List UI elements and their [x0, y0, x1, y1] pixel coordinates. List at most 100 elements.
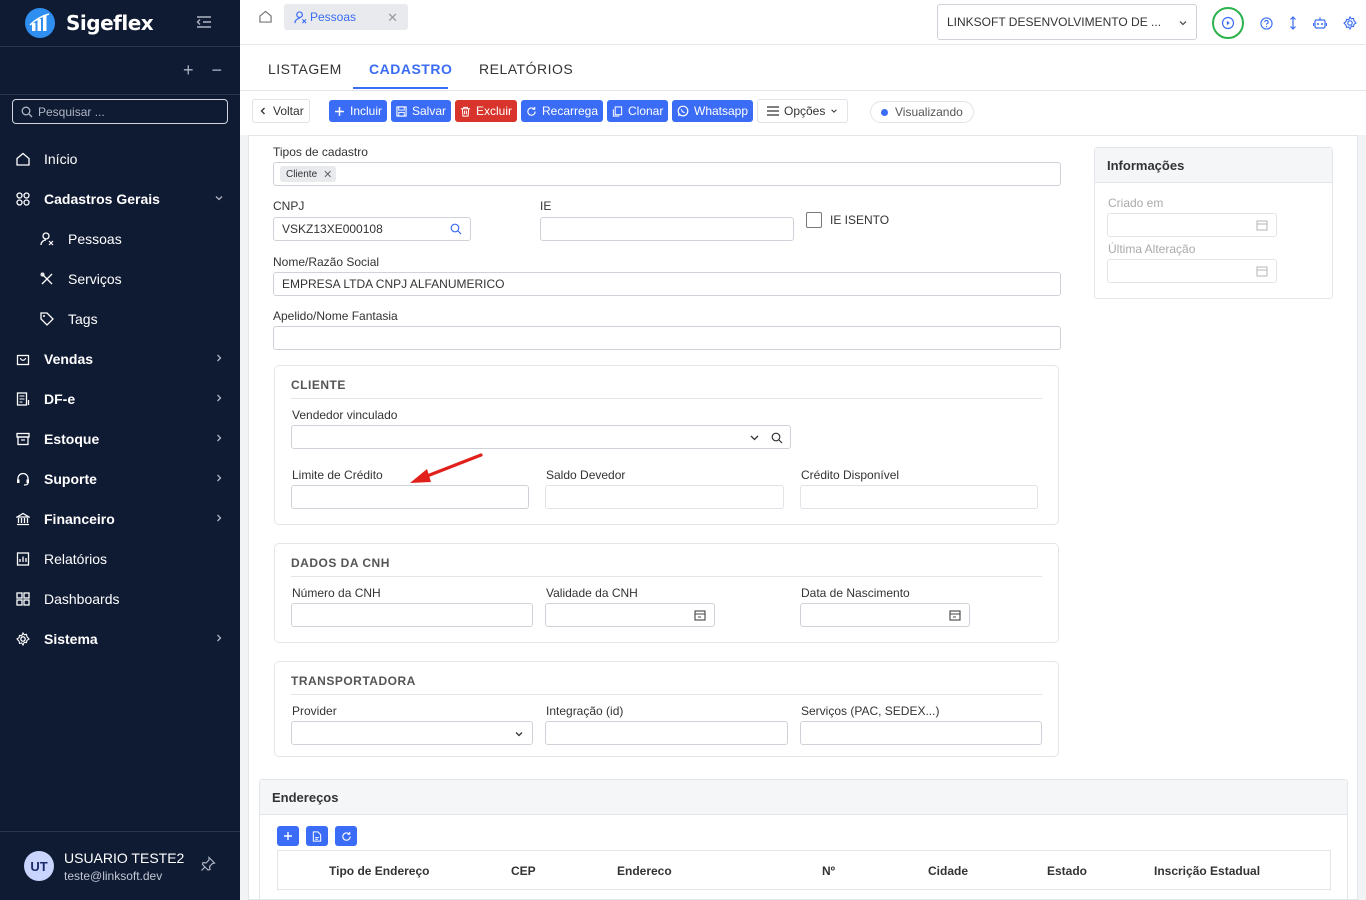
play-button[interactable]	[1212, 7, 1244, 39]
recarrega-button[interactable]: Recarrega	[521, 100, 604, 122]
search-icon[interactable]	[450, 223, 462, 235]
chevron-right-icon	[217, 474, 222, 482]
sidebar-item-pessoas[interactable]: Pessoas	[0, 219, 240, 259]
integracao-input[interactable]	[545, 721, 788, 745]
saldo-devedor-input[interactable]	[545, 485, 784, 509]
tab-pessoas[interactable]: Pessoas ✕	[284, 4, 408, 30]
help-icon[interactable]	[1260, 16, 1273, 30]
sidebar-item-suporte[interactable]: Suporte	[0, 459, 240, 499]
sidebar-item-servicos[interactable]: Serviços	[0, 259, 240, 299]
nome-value: EMPRESA LTDA CNPJ ALFANUMERICO	[282, 277, 505, 291]
column-header[interactable]: Nº	[822, 864, 835, 878]
sidebar-item-dfe[interactable]: DF-e	[0, 379, 240, 419]
sidebar-item-cadastros-gerais[interactable]: Cadastros Gerais	[0, 179, 240, 219]
data-nascimento-input[interactable]	[800, 603, 970, 627]
back-button[interactable]: Voltar	[252, 99, 310, 123]
add-endereco-button[interactable]	[277, 826, 299, 846]
apelido-input[interactable]	[273, 326, 1061, 350]
column-header[interactable]: Estado	[1047, 864, 1087, 878]
app-name: Sigeflex	[66, 11, 154, 35]
validade-cnh-input[interactable]	[545, 603, 715, 627]
column-header[interactable]: Inscrição Estadual	[1154, 864, 1260, 878]
nome-input[interactable]: EMPRESA LTDA CNPJ ALFANUMERICO	[273, 272, 1061, 296]
sidebar-item-label: Sistema	[44, 631, 98, 647]
sidebar-item-relatorios[interactable]: Relatórios	[0, 539, 240, 579]
credito-disponivel-input[interactable]	[800, 485, 1038, 509]
chevron-down-icon	[1179, 21, 1187, 26]
robot-icon[interactable]	[1313, 16, 1327, 30]
close-icon[interactable]: ✕	[323, 168, 332, 181]
ie-isento-checkbox[interactable]	[806, 212, 822, 228]
cnpj-label: CNPJ	[273, 199, 305, 213]
vertical-arrows-icon[interactable]	[1289, 16, 1297, 30]
collapse-sidebar-icon[interactable]	[196, 14, 212, 30]
company-select[interactable]: LINKSOFT DESENVOLVIMENTO DE ...	[937, 4, 1197, 40]
pin-icon[interactable]	[200, 856, 216, 872]
sidebar-item-dashboards[interactable]: Dashboards	[0, 579, 240, 619]
column-header[interactable]: Cidade	[928, 864, 968, 878]
collapse-all-button[interactable]: −	[211, 60, 222, 81]
cnpj-input[interactable]: VSKZ13XE000108	[273, 217, 471, 241]
column-header[interactable]: CEP	[511, 864, 536, 878]
tab-cadastro[interactable]: CADASTRO	[369, 61, 452, 77]
refresh-icon	[341, 831, 351, 841]
provider-select[interactable]	[291, 721, 533, 745]
tipos-cadastro-select[interactable]: Cliente ✕	[273, 162, 1061, 186]
excluir-button[interactable]: Excluir	[455, 100, 518, 122]
sidebar-item-inicio[interactable]: Início	[0, 139, 240, 179]
servicos-input[interactable]	[800, 721, 1042, 745]
vendedor-label: Vendedor vinculado	[292, 408, 398, 422]
calendar-icon[interactable]	[694, 609, 706, 621]
sidebar-item-label: Início	[44, 151, 78, 167]
limite-credito-label: Limite de Crédito	[292, 468, 383, 482]
bank-icon	[16, 512, 30, 526]
numero-cnh-label: Número da CNH	[292, 586, 381, 600]
chip-label: Cliente	[286, 168, 318, 180]
cnh-section: DADOS DA CNH Número da CNH Validade da C…	[274, 543, 1059, 643]
whatsapp-button[interactable]: Whatsapp	[672, 100, 754, 122]
criado-em-label: Criado em	[1108, 196, 1164, 210]
enderecos-section: Endereços Tipo de Endereço CEP Endereco …	[259, 779, 1348, 900]
chevron-right-icon	[217, 354, 222, 362]
tag-icon	[40, 312, 54, 326]
sidebar-search-input[interactable]: Pesquisar ...	[12, 99, 228, 124]
close-icon[interactable]: ✕	[387, 10, 398, 26]
numero-cnh-input[interactable]	[291, 603, 533, 627]
salvar-label: Salvar	[412, 104, 447, 118]
tipos-cadastro-label: Tipos de cadastro	[273, 145, 368, 159]
user-profile[interactable]: UT USUARIO TESTE2 teste@linksoft.dev	[0, 831, 240, 900]
sidebar-item-tags[interactable]: Tags	[0, 299, 240, 339]
ie-input[interactable]	[540, 217, 794, 241]
sidebar-item-financeiro[interactable]: Financeiro	[0, 499, 240, 539]
vendedor-select[interactable]	[291, 425, 791, 449]
refresh-enderecos-button[interactable]	[335, 826, 357, 846]
sidebar-item-estoque[interactable]: Estoque	[0, 419, 240, 459]
tab-relatorios[interactable]: RELATÓRIOS	[479, 61, 573, 77]
provider-label: Provider	[292, 704, 337, 718]
search-icon[interactable]	[771, 432, 783, 444]
expand-all-button[interactable]: +	[183, 60, 194, 81]
salvar-button[interactable]: Salvar	[391, 100, 452, 122]
column-header[interactable]: Endereco	[617, 864, 672, 878]
integracao-label: Integração (id)	[546, 704, 624, 718]
sidebar-item-label: Financeiro	[44, 511, 115, 527]
sidebar-item-sistema[interactable]: Sistema	[0, 619, 240, 659]
home-icon[interactable]	[259, 10, 272, 23]
edit-endereco-button[interactable]	[306, 826, 328, 846]
column-header[interactable]: Tipo de Endereço	[329, 864, 429, 878]
gear-icon[interactable]	[1343, 16, 1357, 30]
limite-credito-input[interactable]	[291, 485, 529, 509]
active-tab-indicator	[353, 87, 448, 89]
opcoes-button[interactable]: Opções	[757, 99, 849, 123]
incluir-button[interactable]: Incluir	[329, 100, 388, 122]
headset-icon	[17, 472, 29, 486]
bag-icon	[16, 354, 30, 366]
calendar-icon[interactable]	[949, 609, 961, 621]
status-badge: Visualizando	[870, 101, 974, 123]
clonar-button[interactable]: Clonar	[607, 100, 669, 122]
sidebar-item-label: Dashboards	[44, 591, 120, 607]
chevron-right-icon	[217, 514, 222, 522]
copy-icon	[612, 105, 623, 117]
tab-listagem[interactable]: LISTAGEM	[268, 61, 342, 77]
sidebar-item-vendas[interactable]: Vendas	[0, 339, 240, 379]
